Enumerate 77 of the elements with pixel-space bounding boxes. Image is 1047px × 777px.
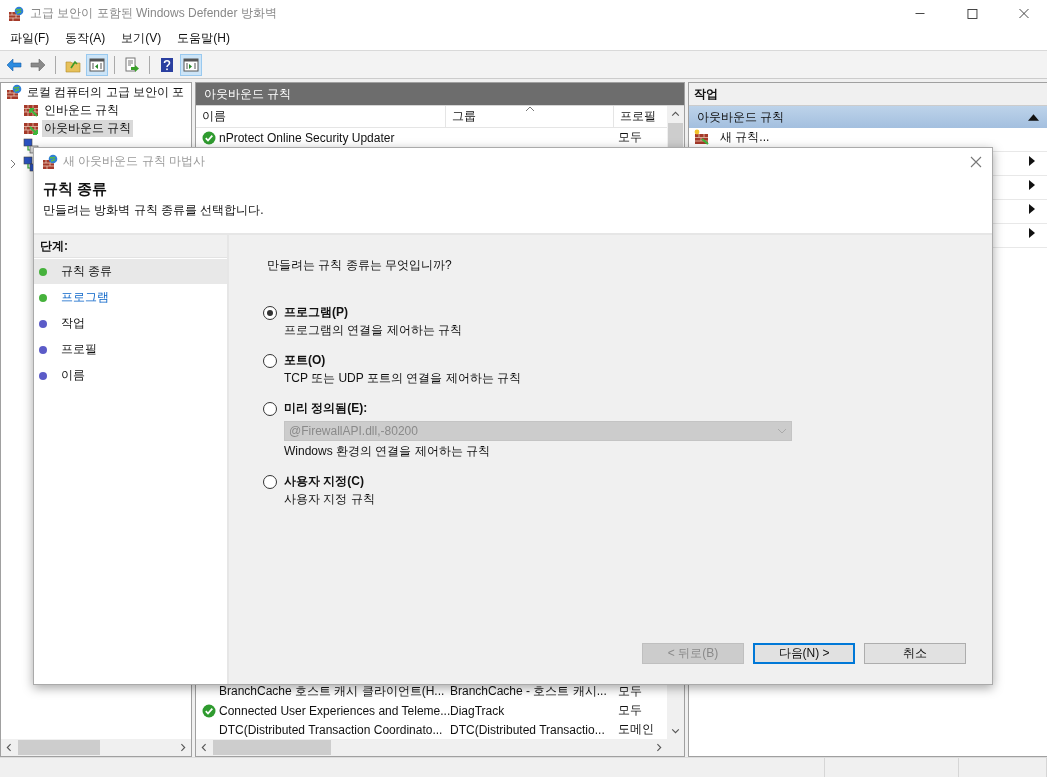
tree-item[interactable]: 인바운드 규칙 xyxy=(42,101,122,119)
radio-button[interactable] xyxy=(263,353,277,368)
firewall-icon xyxy=(6,84,22,100)
new-rule-icon xyxy=(694,129,710,145)
app-icon xyxy=(42,153,58,170)
dialog-title: 새 아웃바운드 규칙 마법사 xyxy=(63,153,205,170)
option-description: 사용자 지정 규칙 xyxy=(284,491,376,508)
wall-icon xyxy=(23,120,39,136)
sort-icon xyxy=(524,106,535,112)
table-cell-text: 도메인 xyxy=(617,721,655,738)
step-item[interactable]: 규칙 종류 xyxy=(34,259,227,284)
table-cell-text: DTC(Distributed Transaction Coordinato... xyxy=(218,721,444,739)
help-icon xyxy=(159,56,175,73)
pane-header: 아웃바운드 규칙 xyxy=(196,83,684,106)
option-description: 프로그램의 연결을 제어하는 규칙 xyxy=(284,322,463,339)
collapse-icon[interactable] xyxy=(1028,113,1039,121)
export-icon xyxy=(124,56,140,73)
wall-icon xyxy=(23,102,39,118)
page-subheading: 만들려는 방화벽 규칙 종류를 선택합니다. xyxy=(43,202,265,219)
check-icon xyxy=(202,130,216,145)
pane-icon xyxy=(89,56,105,73)
computer-icon xyxy=(23,138,39,154)
table-cell-text: 모두 xyxy=(617,683,643,700)
menu-item[interactable]: 파일(F) xyxy=(2,30,58,47)
option-label[interactable]: 미리 정의됨(E): xyxy=(284,400,368,417)
menu-item[interactable]: 동작(A) xyxy=(57,30,114,47)
app-icon xyxy=(8,5,24,22)
step-item[interactable]: 작업 xyxy=(34,311,227,336)
column-header[interactable]: 그룹 xyxy=(446,106,614,127)
radio-button[interactable] xyxy=(263,305,277,320)
dialog-button[interactable]: 취소 xyxy=(864,643,966,664)
option-description: TCP 또는 UDP 포트의 연결을 제어하는 규칙 xyxy=(284,370,522,387)
column-header[interactable]: 이름 xyxy=(196,106,446,127)
page-heading: 규칙 종류 xyxy=(43,179,109,199)
radio-button[interactable] xyxy=(263,474,277,489)
submenu-arrow-icon[interactable] xyxy=(1029,180,1035,190)
action-pane-button[interactable] xyxy=(180,53,202,76)
option-label[interactable]: 프로그램(P) xyxy=(284,304,348,321)
steps-header: 단계: xyxy=(34,235,227,258)
radio-button[interactable] xyxy=(263,401,277,416)
actions-header: 작업 xyxy=(689,83,1047,106)
step-item[interactable]: 프로그램 xyxy=(34,285,227,310)
scroll-thumb[interactable] xyxy=(213,740,331,755)
submenu-arrow-icon[interactable] xyxy=(1029,204,1035,214)
window-title: 고급 보안이 포함된 Windows Defender 방화벽 xyxy=(30,5,277,22)
menu-item[interactable]: 보기(V) xyxy=(113,30,170,47)
table-cell-text: 모두 xyxy=(617,129,643,146)
question-text: 만들려는 규칙 종류는 무엇입니까? xyxy=(267,257,453,274)
table-cell-text: BranchCache - 호스트 캐시... xyxy=(449,683,608,700)
table-cell-text: DTC(Distributed Transactio... xyxy=(449,721,606,739)
dialog-button[interactable]: 다음(N) > xyxy=(753,643,855,664)
console-tree-button[interactable] xyxy=(86,53,108,76)
option-label[interactable]: 포트(O) xyxy=(284,352,326,369)
horizontal-scrollbar[interactable] xyxy=(1,739,191,756)
back-arrow-icon xyxy=(6,56,22,73)
table-cell-text: BranchCache 호스트 캐시 클라이언트(H... xyxy=(218,683,446,700)
table-cell: nProtect Online Security Updater xyxy=(196,128,446,147)
forward-arrow-icon xyxy=(30,56,46,73)
expand-icon[interactable] xyxy=(9,159,17,169)
step-item[interactable]: 이름 xyxy=(34,363,227,388)
option-description: Windows 환경의 연결을 제어하는 규칙 xyxy=(284,443,491,460)
tree-item[interactable]: 로컬 컴퓨터의 고급 보안이 포 xyxy=(25,83,187,101)
pane-icon xyxy=(183,56,199,73)
step-item[interactable]: 프로필 xyxy=(34,337,227,362)
actions-section[interactable]: 아웃바운드 규칙 xyxy=(689,106,1047,128)
submenu-arrow-icon[interactable] xyxy=(1029,228,1035,238)
check-icon xyxy=(202,703,216,718)
action-link[interactable]: 새 규칙... xyxy=(720,128,770,146)
option-label[interactable]: 사용자 지정(C) xyxy=(284,473,364,490)
scroll-thumb[interactable] xyxy=(18,740,100,755)
submenu-arrow-icon[interactable] xyxy=(1029,156,1035,166)
column-header[interactable]: 프로필 xyxy=(614,106,666,127)
table-cell-text: 모두 xyxy=(617,702,643,719)
tree-item[interactable]: 아웃바운드 규칙 xyxy=(42,119,134,137)
close-icon[interactable] xyxy=(970,155,982,168)
menu-item[interactable]: 도움말(H) xyxy=(169,30,238,47)
horizontal-scrollbar[interactable] xyxy=(196,739,684,756)
